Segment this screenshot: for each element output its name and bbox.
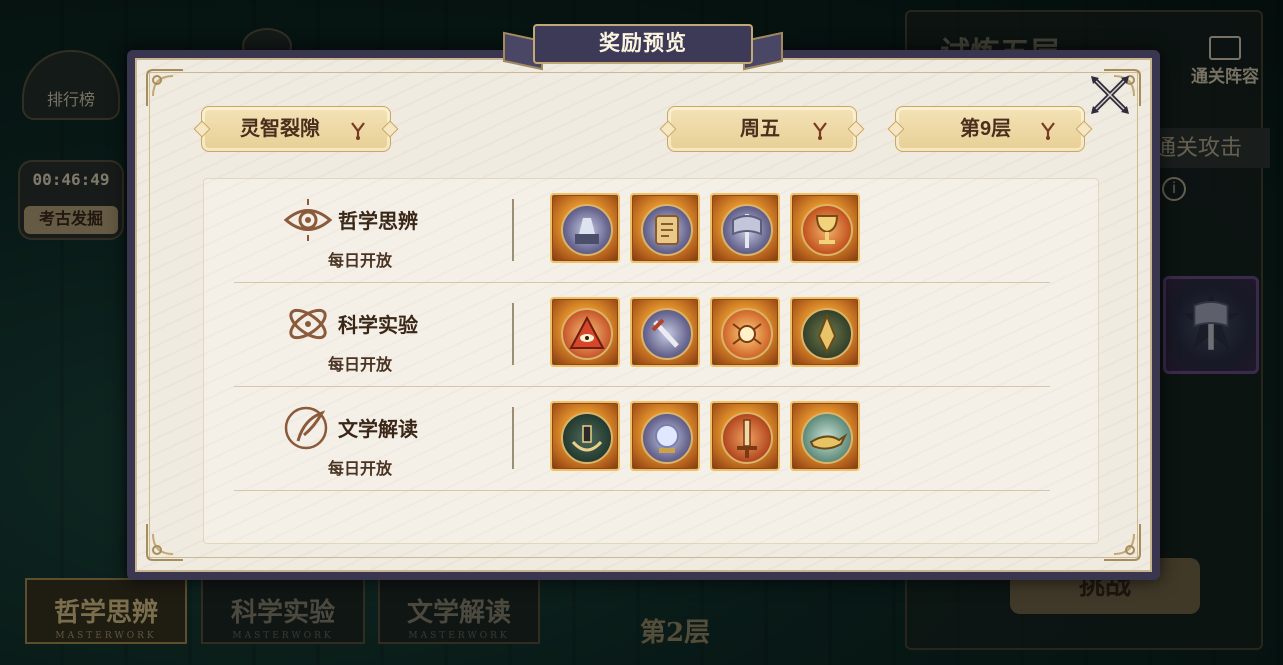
chevron-down-icon (1041, 122, 1055, 140)
zone-dropdown-value: 灵智裂隙 (240, 118, 320, 140)
category-name: 科学实验 (338, 315, 418, 337)
row-divider (512, 199, 514, 261)
reward-item[interactable] (550, 193, 620, 263)
category-header: 科学实验 (282, 301, 422, 341)
corner-ornament-icon (143, 66, 189, 112)
reward-item[interactable] (550, 297, 620, 367)
eye-pyramid-icon (569, 315, 605, 349)
category-header: 哲学思辨 (282, 197, 422, 241)
category-header: 文学解读 (282, 405, 422, 450)
reward-item[interactable] (710, 297, 780, 367)
reward-item[interactable] (630, 401, 700, 471)
reward-item[interactable] (790, 297, 860, 367)
modal-paper: 灵智裂隙 周五 第9层 哲学思辨 每日开放 科学实验 每日开放 文学解读 每日开… (135, 58, 1152, 572)
zone-dropdown[interactable]: 灵智裂隙 (201, 106, 391, 152)
eye-icon (283, 199, 333, 241)
battle-axe-icon (732, 214, 762, 248)
scroll-book-icon (655, 215, 679, 245)
reward-item[interactable] (790, 193, 860, 263)
row-divider (512, 303, 514, 365)
floor-dropdown[interactable]: 第9层 (895, 106, 1085, 152)
tower-relic-icon (575, 218, 599, 244)
reward-row-science: 科学实验 每日开放 (234, 283, 1050, 387)
chevron-down-icon (813, 122, 827, 140)
reward-item[interactable] (710, 193, 780, 263)
category-name: 哲学思辨 (338, 211, 418, 233)
crystal-ball-icon (655, 424, 679, 453)
modal-title-banner: 奖励预览 (503, 22, 783, 76)
floor-dropdown-value: 第9层 (960, 118, 1012, 140)
reward-preview-modal: 灵智裂隙 周五 第9层 哲学思辨 每日开放 科学实验 每日开放 文学解读 每日开… (127, 24, 1160, 580)
lantern-crescent-icon (571, 425, 603, 452)
category-name: 文学解读 (338, 419, 418, 441)
close-icon (1091, 76, 1129, 114)
quill-icon (284, 406, 328, 450)
short-sword-icon (737, 419, 757, 458)
close-button[interactable] (1085, 70, 1135, 120)
chevron-down-icon (351, 122, 365, 140)
corner-ornament-icon (1098, 518, 1144, 564)
reward-item[interactable] (710, 401, 780, 471)
reward-item[interactable] (630, 297, 700, 367)
row-divider (512, 407, 514, 469)
open-schedule: 每日开放 (328, 357, 393, 374)
reward-item[interactable] (550, 401, 620, 471)
magic-lamp-icon (809, 433, 848, 450)
modal-title: 奖励预览 (599, 32, 687, 55)
day-dropdown[interactable]: 周五 (667, 106, 857, 152)
day-dropdown-value: 周五 (740, 118, 780, 140)
open-schedule: 每日开放 (328, 253, 393, 270)
reward-item[interactable] (630, 193, 700, 263)
reward-list-panel: 哲学思辨 每日开放 科学实验 每日开放 文学解读 每日开放 (203, 178, 1099, 544)
reward-row-philosophy: 哲学思辨 每日开放 (234, 179, 1050, 283)
reward-row-literature: 文学解读 每日开放 (234, 387, 1050, 491)
open-schedule: 每日开放 (328, 461, 393, 478)
spider-lantern-icon (732, 323, 762, 345)
spearhead-icon (817, 313, 837, 355)
dagger-icon (651, 318, 679, 348)
reward-item[interactable] (790, 401, 860, 471)
atom-orbit-icon (289, 308, 327, 340)
golden-chalice-icon (815, 215, 839, 244)
corner-ornament-icon (143, 518, 189, 564)
